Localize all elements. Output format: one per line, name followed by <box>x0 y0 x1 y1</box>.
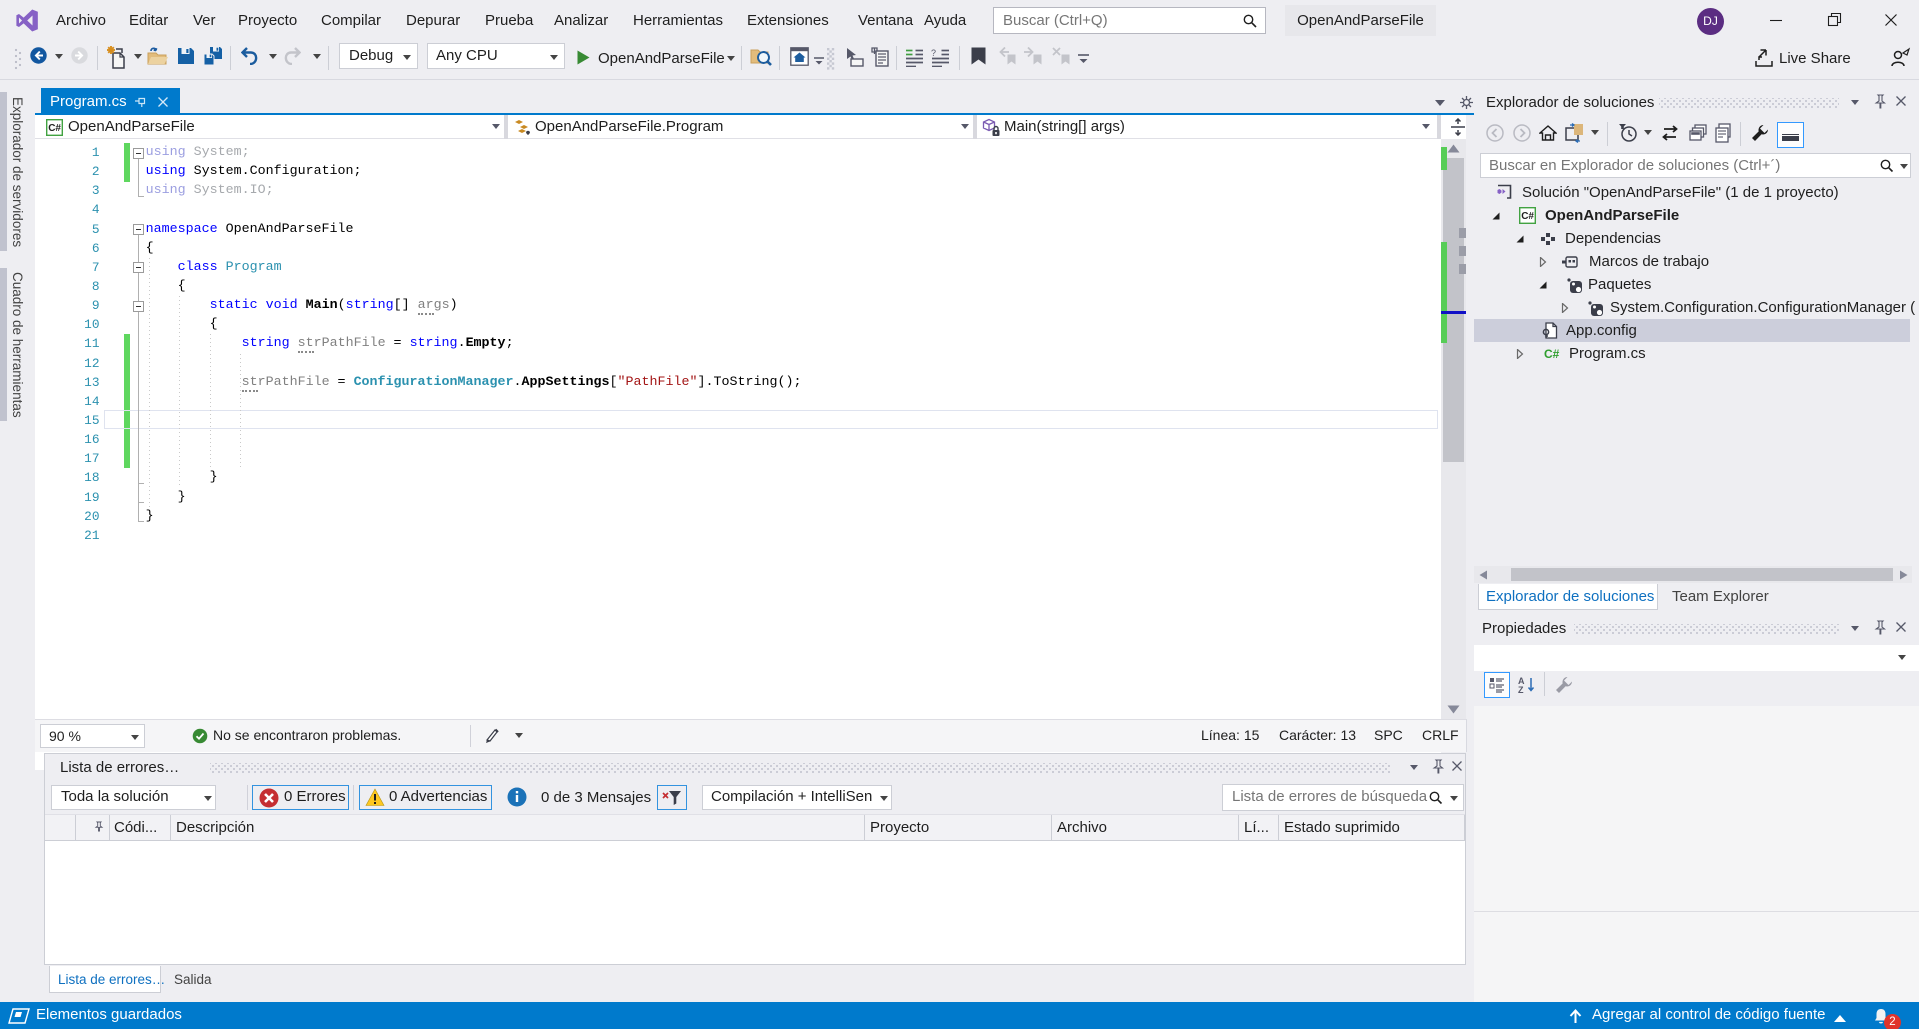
svg-text:C#: C# <box>1521 211 1534 222</box>
svg-text:C#: C# <box>48 123 61 134</box>
svg-text:Z: Z <box>1518 685 1524 694</box>
svg-text:?: ? <box>931 48 936 58</box>
svg-text:C#: C# <box>1544 347 1560 361</box>
